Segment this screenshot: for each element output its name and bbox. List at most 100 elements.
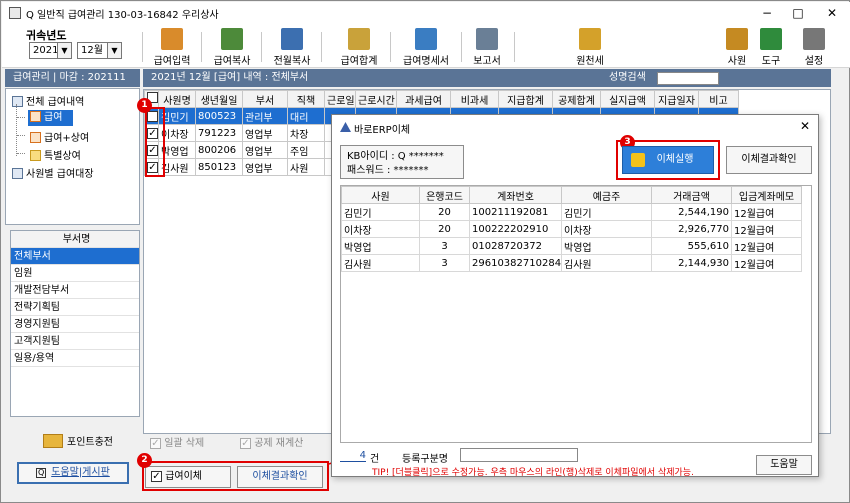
cell: 3 — [419, 254, 470, 272]
maximize-button[interactable]: □ — [783, 4, 813, 22]
cell: 12월급여 — [731, 237, 802, 255]
dept-item[interactable]: 일용/용역 — [11, 350, 139, 367]
column-header[interactable]: 생년월일 — [195, 90, 243, 108]
point-charge-label: 포인트충전 — [67, 437, 113, 448]
cell: 이차장 — [561, 220, 652, 238]
year-select[interactable]: 2021 ▼ — [29, 42, 72, 59]
column-header[interactable]: 공제합계 — [552, 90, 601, 108]
transfer-table: 사원 은행코드 계좌번호 예금주 거래금액 입금계좌메모 김민기 20 100211192081… — [341, 186, 802, 272]
toolbar-label: 원천세 — [576, 56, 604, 67]
payslip-icon — [415, 28, 437, 50]
belong-year-label: 귀속년도 — [26, 29, 67, 42]
tree-item-label: 급여+상여 — [44, 133, 90, 144]
table-row[interactable]: 김민기 20 100211192081 김민기 2,544,190 12월급여 — [341, 203, 802, 221]
cell: 김사원 — [341, 254, 420, 272]
main-header: 2021년 12월 [급여] 내역 : 전체부서 성명검색 — [143, 69, 831, 87]
close-button[interactable]: ✕ — [817, 4, 847, 22]
toolbar-button-6[interactable]: 보고서 — [465, 28, 509, 67]
cell: 김사원 — [561, 254, 652, 272]
column-header[interactable]: 사원명 — [158, 90, 196, 108]
highlight-transfer-buttons — [142, 461, 329, 491]
column-header[interactable]: 은행코드 — [419, 186, 470, 204]
deduct-recalc-check[interactable]: ✓ 공제 재계산 — [240, 434, 303, 449]
column-header[interactable]: 사원 — [341, 186, 420, 204]
column-header[interactable]: 근로일 — [324, 90, 356, 108]
kb-id-text: KB아이디 : Q ******* — [347, 151, 444, 162]
chevron-down-icon: ▼ — [107, 43, 121, 58]
dialog-help-button[interactable]: 도움말 — [756, 455, 812, 475]
table-row[interactable]: 이차장 20 100222202910 이차장 2,926,770 12월급여 — [341, 220, 802, 238]
checkbox-icon: ✓ — [150, 438, 161, 449]
ledger-icon — [12, 168, 23, 179]
toolbar-divider — [390, 32, 391, 62]
toolbar-label: 급여입력 — [153, 56, 191, 67]
pay-doc-icon — [30, 111, 41, 122]
column-header[interactable]: 비고 — [698, 90, 739, 108]
column-header[interactable]: 과세급여 — [396, 90, 451, 108]
pay-tree: 전체 급여내역 급여 급여+상여 특별상여 사원별 급여대장 — [5, 88, 140, 225]
column-header[interactable]: 예금주 — [561, 186, 652, 204]
point-charge-button[interactable]: 포인트충전 — [43, 433, 113, 448]
name-search-label: 성명검색 — [609, 72, 646, 83]
tree-item-ledger[interactable]: 사원별 급여대장 — [12, 165, 94, 180]
toolbar-button-5[interactable]: 급여명세서 — [396, 28, 456, 67]
bulk-delete-check[interactable]: ✓ 일괄 삭제 — [150, 434, 204, 449]
erp-transfer-dialog: 바로ERP이체 ✕ KB아이디 : Q ******* 패스워드 : *****… — [331, 114, 819, 478]
cell-birth: 800523 — [195, 107, 243, 125]
column-header[interactable]: 실지급액 — [600, 90, 655, 108]
toolbar-button-3[interactable]: 전월복사 — [268, 28, 316, 67]
coins-icon — [43, 433, 63, 448]
column-header[interactable]: 계좌번호 — [469, 186, 562, 204]
toolbar-label: 도구 — [761, 56, 781, 67]
folder-icon — [12, 96, 23, 107]
toolbar-button-7[interactable]: 원천세 — [564, 28, 616, 67]
tree-guide-line — [17, 153, 25, 154]
column-header[interactable]: 부서 — [242, 90, 288, 108]
cell: 김민기 — [561, 203, 652, 221]
column-header[interactable]: 비과세 — [450, 90, 499, 108]
cell: 박영업 — [341, 237, 420, 255]
toolbar-label: 급여복사 — [213, 56, 251, 67]
tip-text: TIP! [더블클릭]으로 수정가능. 우측 마우스의 라인(행)삭제로 이체파… — [372, 468, 694, 478]
tree-item-all-pay[interactable]: 전체 급여내역 — [12, 93, 84, 108]
run-transfer-button[interactable]: 이체실행 — [622, 146, 714, 174]
help-board-button[interactable]: Q 도움말|게시판 — [17, 462, 129, 484]
toolbar-button-사원[interactable]: 사원 — [720, 28, 754, 67]
column-header[interactable]: 직책 — [287, 90, 325, 108]
main-header-title: 2021년 12월 [급여] 내역 : 전체부서 — [151, 72, 309, 83]
toolbar-button-1[interactable]: 급여입력 — [148, 28, 196, 67]
toolbar-button-도구[interactable]: 도구 — [754, 28, 788, 67]
toolbar-button-설정[interactable]: 설정 — [797, 28, 831, 67]
column-header[interactable]: 지급일자 — [654, 90, 699, 108]
dialog-close-button[interactable]: ✕ — [800, 119, 810, 133]
dept-item[interactable]: 고객지원팀 — [11, 333, 139, 350]
dept-item[interactable]: 개발전담부서 — [11, 282, 139, 299]
minimize-button[interactable]: − — [752, 4, 782, 22]
cell-birth: 791223 — [195, 124, 243, 142]
toolbar-label: 설정 — [804, 56, 824, 67]
table-row[interactable]: 김사원 3 29610382710284 김사원 2,144,930 12월급여 — [341, 254, 802, 272]
excel-tool-icon — [760, 28, 782, 50]
year-value: 2021 — [33, 45, 59, 56]
name-search-input[interactable] — [657, 72, 719, 85]
month-select[interactable]: 12월 ▼ — [77, 42, 122, 59]
column-header[interactable]: 입금계좌메모 — [731, 186, 802, 204]
tree-item-pay-bonus[interactable]: 급여+상여 — [30, 129, 89, 144]
tree-item-special-bonus[interactable]: 특별상여 — [30, 147, 81, 162]
dept-item[interactable]: 전략기획팀 — [11, 299, 139, 316]
table-row[interactable]: 박영업 3 01028720372 박영업 555,610 12월급여 — [341, 237, 802, 255]
cell-pos: 사원 — [287, 158, 325, 176]
toolbar-button-4[interactable]: 급여합계 — [333, 28, 385, 67]
toolbar-label: 사원 — [727, 56, 747, 67]
reg-type-input[interactable] — [460, 448, 578, 462]
dept-item[interactable]: 전체부서 — [11, 248, 139, 265]
dialog-result-button[interactable]: 이체결과확인 — [726, 146, 812, 174]
dept-item[interactable]: 임원 — [11, 265, 139, 282]
run-transfer-label: 이체실행 — [656, 154, 694, 165]
column-header[interactable]: 근로시간 — [355, 90, 397, 108]
toolbar-button-2[interactable]: 급여복사 — [208, 28, 256, 67]
column-header[interactable]: 지급합계 — [498, 90, 553, 108]
tree-item-pay[interactable]: 급여 — [28, 110, 73, 126]
column-header[interactable]: 거래금액 — [651, 186, 732, 204]
dept-item[interactable]: 경영지원팀 — [11, 316, 139, 333]
